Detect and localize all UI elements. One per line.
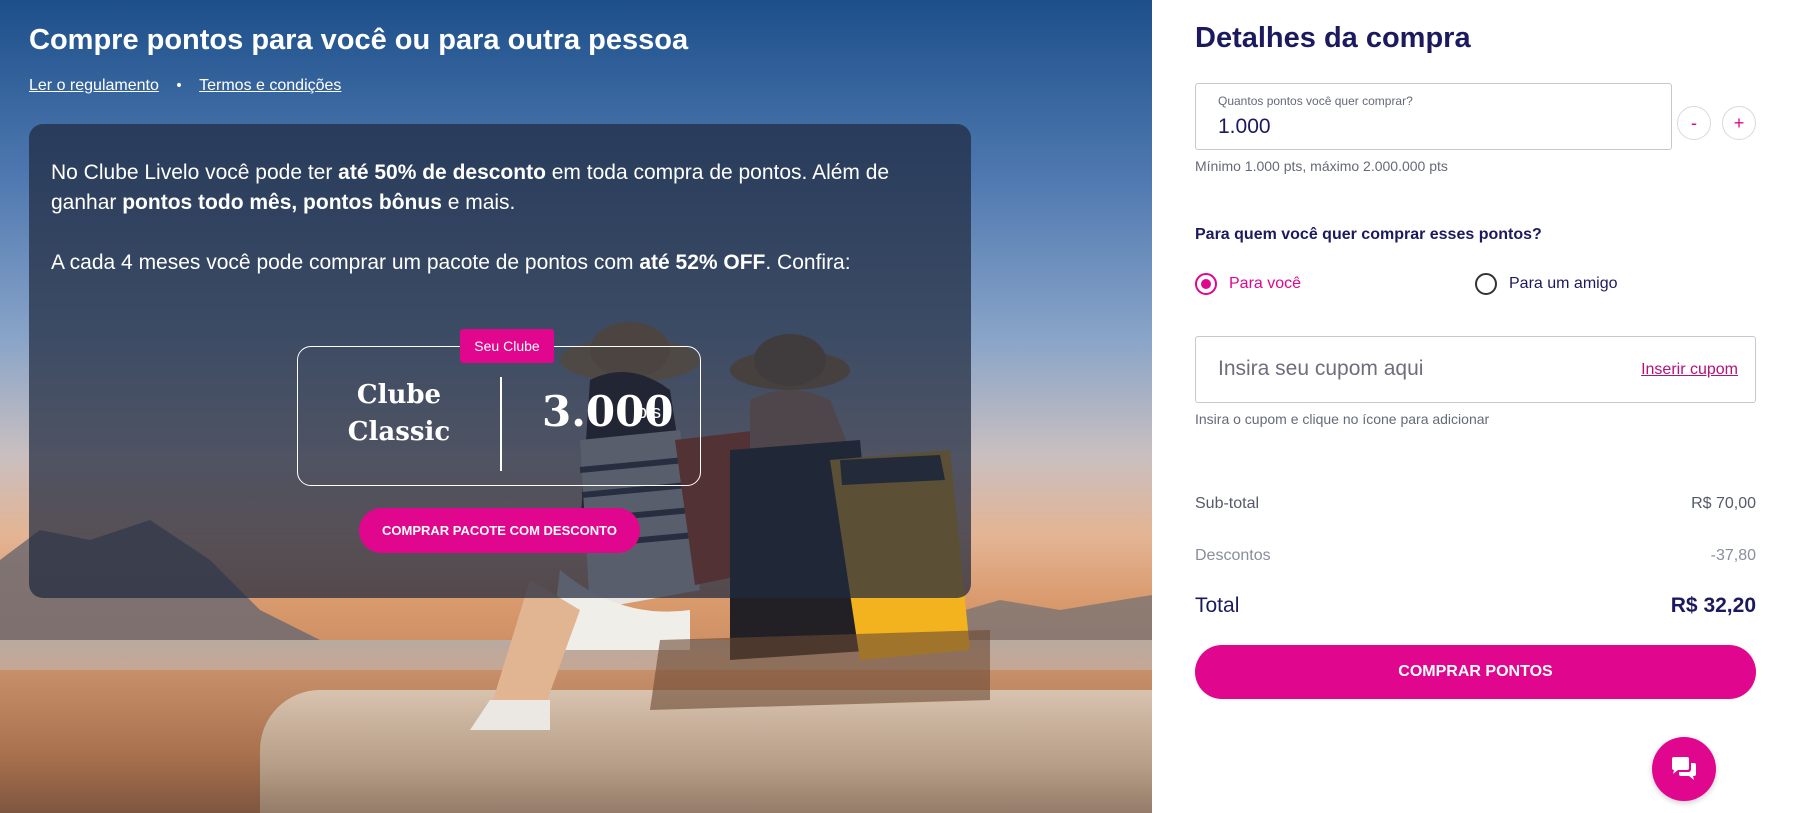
discount-value: -37,80 [1710, 547, 1756, 564]
total-label: Total [1195, 594, 1240, 617]
buy-points-button[interactable]: COMPRAR PONTOS [1195, 645, 1756, 699]
buy-package-button[interactable]: COMPRAR PACOTE COM DESCONTO [359, 508, 640, 553]
link-separator: • [174, 78, 184, 94]
radio-for-you-label: Para você [1229, 275, 1302, 292]
subtotal-value: R$ 70,00 [1691, 495, 1756, 512]
coupon-hint: Insira o cupom e clique no ícone para ad… [1195, 411, 1490, 427]
package-offer-text: A cada 4 meses você pode comprar um paco… [51, 251, 851, 274]
recipient-question: Para quem você quer comprar esses pontos… [1195, 226, 1542, 243]
quantity-hint: Mínimo 1.000 pts, máximo 2.000.000 pts [1195, 158, 1448, 174]
coupon-input[interactable] [1218, 357, 1618, 381]
package-divider [500, 377, 502, 471]
total-row: Total R$ 32,20 [1195, 594, 1756, 618]
quantity-input[interactable] [1218, 115, 1638, 139]
package-points-unit: pts [637, 402, 662, 422]
panel-title: Detalhes da compra [1195, 22, 1471, 54]
discount-label: Descontos [1195, 547, 1271, 564]
radio-for-friend-label: Para um amigo [1509, 275, 1618, 292]
coupon-field[interactable]: Inserir cupom [1195, 336, 1756, 403]
subtotal-row: Sub-total R$ 70,00 [1195, 495, 1756, 513]
terms-link[interactable]: Termos e condições [199, 77, 341, 95]
package-tag-badge: Seu Clube [460, 329, 554, 363]
hero-title: Compre pontos para você ou para outra pe… [29, 24, 689, 56]
quantity-field[interactable]: Quantos pontos você quer comprar? [1195, 83, 1672, 150]
hero-links: Ler o regulamento • Termos e condições [29, 77, 341, 95]
hero-section: Compre pontos para você ou para outra pe… [0, 0, 1152, 813]
package-name: Clube Classic [347, 380, 451, 447]
radio-for-friend[interactable]: Para um amigo [1475, 273, 1618, 295]
discount-row: Descontos -37,80 [1195, 547, 1756, 565]
club-discount-text: No Clube Livelo você pode ter até 50% de… [51, 161, 890, 214]
decrease-button[interactable]: - [1677, 106, 1711, 140]
increase-button[interactable]: + [1722, 106, 1756, 140]
radio-unselected-icon [1475, 273, 1497, 295]
chat-button[interactable] [1652, 737, 1716, 801]
radio-selected-icon [1195, 273, 1217, 295]
purchase-details-panel: Detalhes da compra Quantos pontos você q… [1152, 0, 1799, 813]
total-value: R$ 32,20 [1670, 594, 1756, 617]
apply-coupon-link[interactable]: Inserir cupom [1641, 361, 1738, 379]
subtotal-label: Sub-total [1195, 495, 1260, 512]
rules-link[interactable]: Ler o regulamento [29, 77, 159, 95]
chat-bubbles-icon [1672, 757, 1696, 780]
radio-for-you[interactable]: Para você [1195, 273, 1301, 295]
quantity-label: Quantos pontos você quer comprar? [1218, 94, 1413, 108]
club-info-card: No Clube Livelo você pode ter até 50% de… [29, 124, 971, 598]
